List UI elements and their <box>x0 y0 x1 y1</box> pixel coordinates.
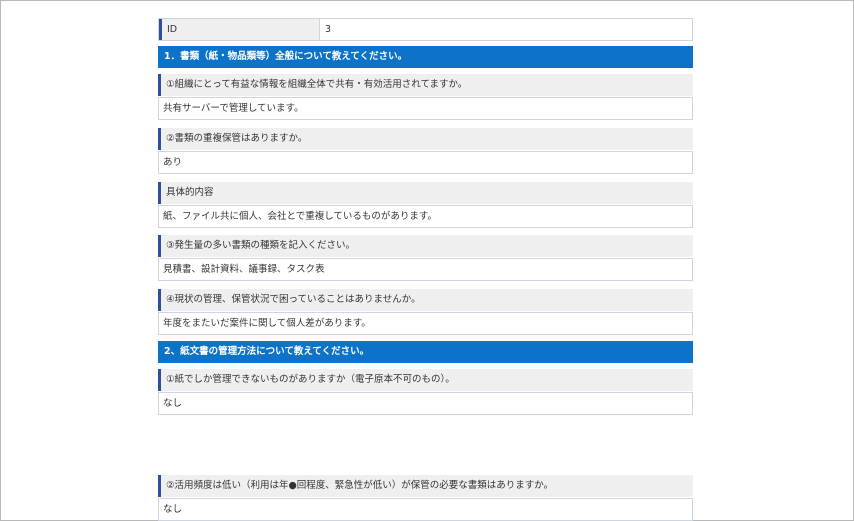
answer-value: あり <box>158 151 693 174</box>
question-label: ①紙でしか管理できないものがありますか（電子原本不可のもの）。 <box>158 369 693 391</box>
answer-value: 共有サーバーで管理しています。 <box>158 97 693 120</box>
question-label: 具体的内容 <box>158 182 693 204</box>
id-value: 3 <box>319 19 692 40</box>
answer-value: 年度をまたいだ案件に関して個人差があります。 <box>158 312 693 335</box>
section-header-2: 2、紙文書の管理方法について教えてください。 <box>158 341 693 363</box>
question-label: ②活用頻度は低い（利用は年●回程度、緊急性が低い）が保管の必要な書類はありますか… <box>158 475 693 497</box>
question-label: ④現状の管理、保管状況で困っていることはありませんか。 <box>158 289 693 311</box>
answer-value: なし <box>158 498 693 521</box>
answer-value: なし <box>158 392 693 415</box>
id-row: ID 3 <box>158 18 693 41</box>
id-label: ID <box>159 19 319 40</box>
section-header-1: 1．書類（紙・物品類等）全般について教えてください。 <box>158 46 693 68</box>
question-label: ①組織にとって有益な情報を組織全体で共有・有効活用されてますか。 <box>158 74 693 96</box>
question-label: ③発生量の多い書類の種類を記入ください。 <box>158 235 693 257</box>
question-label: ②書類の重複保管はありますか。 <box>158 128 693 150</box>
answer-value: 見積書、設計資料、議事録、タスク表 <box>158 258 693 281</box>
page-frame: ID 3 1．書類（紙・物品類等）全般について教えてください。 ①組織にとって有… <box>0 0 854 521</box>
answer-value: 紙、ファイル共に個人、会社とで重複しているものがあります。 <box>158 205 693 228</box>
